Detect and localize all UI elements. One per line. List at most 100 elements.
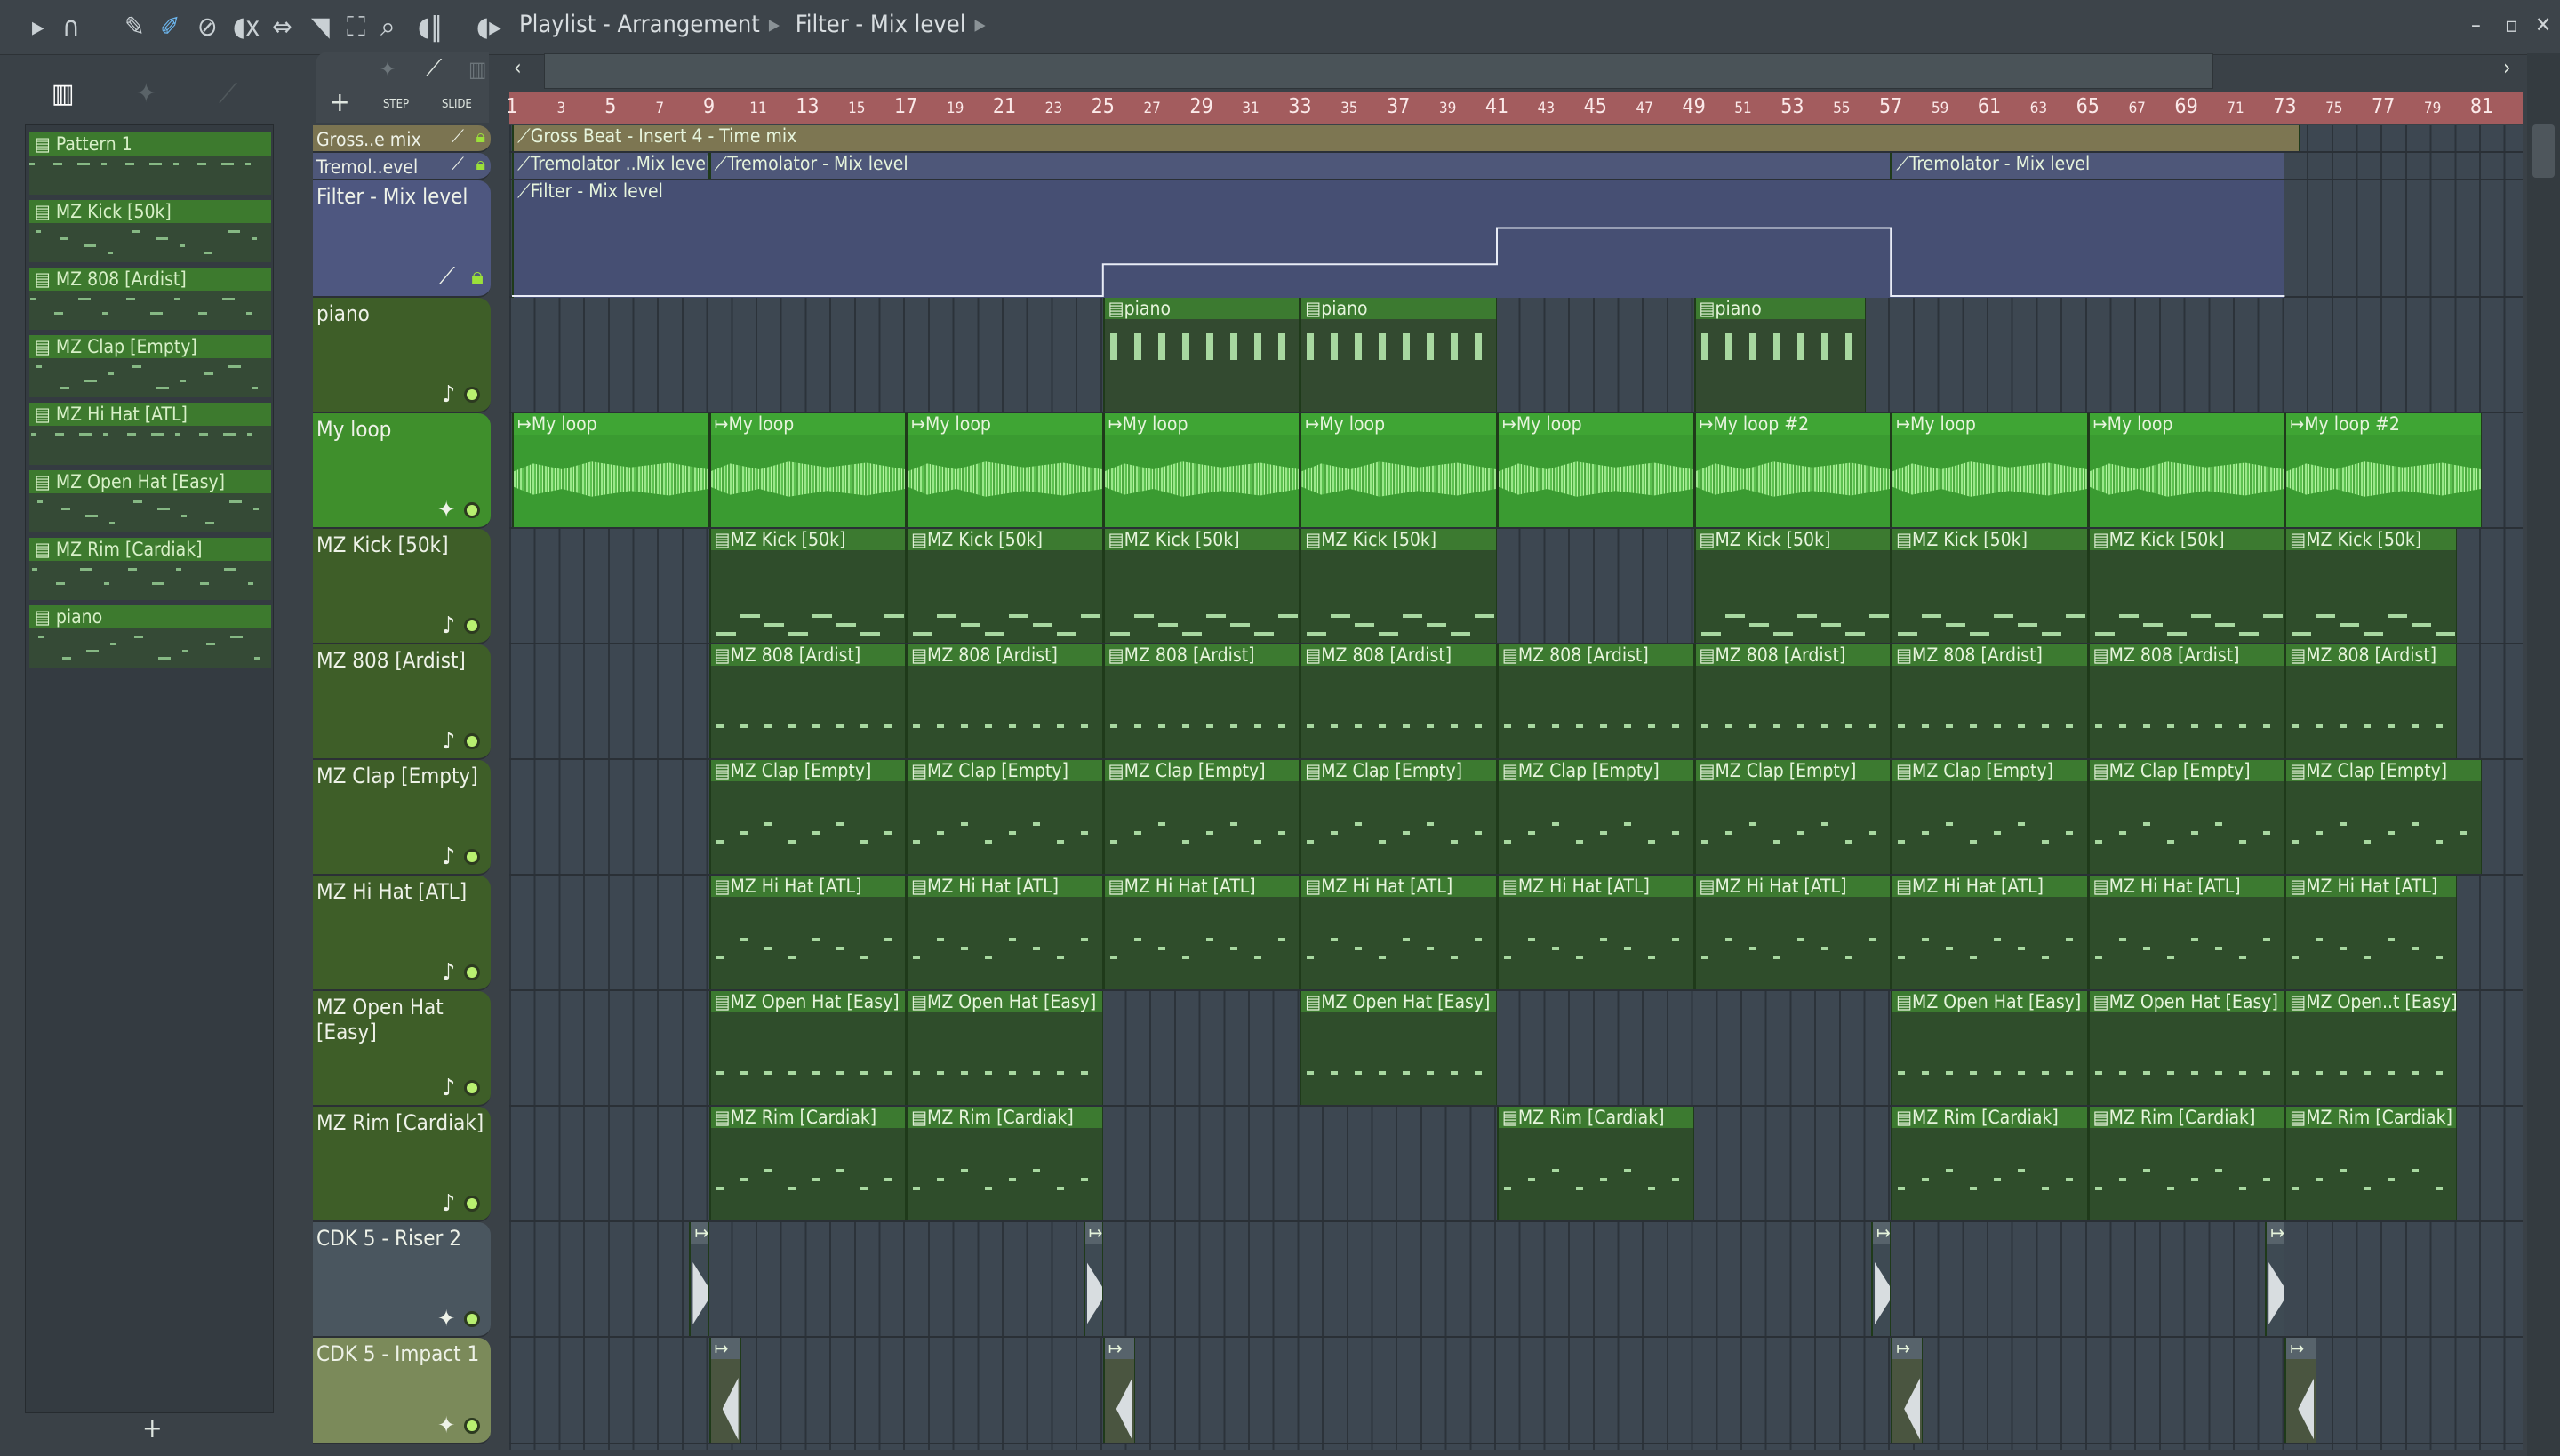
track-enable-led[interactable] <box>464 502 480 518</box>
clip[interactable]: ▤piano <box>1693 298 1867 412</box>
clip[interactable]: ↦ <box>689 1222 709 1336</box>
clip[interactable]: ▤MZ Hi Hat [ATL] <box>1497 876 1694 989</box>
scroll-right-button[interactable]: › <box>2503 55 2511 80</box>
clip[interactable]: ▤MZ Clap [Empty] <box>2087 760 2285 874</box>
track-enable-led[interactable] <box>464 618 480 634</box>
clip[interactable]: ▤MZ Hi Hat [ATL] <box>1693 876 1892 989</box>
clip[interactable]: ↦My loop <box>2087 413 2285 527</box>
track-header[interactable]: Gross..e mix ⟋ 🔒︎ <box>313 125 491 153</box>
piano-icon[interactable]: ▥ <box>52 78 75 109</box>
clip[interactable]: ▤MZ Rim [Cardiak] <box>2087 1107 2285 1220</box>
clip[interactable]: ▤MZ Hi Hat [ATL] <box>1300 876 1497 989</box>
pattern-item[interactable]: ▤ MZ Kick [50k] <box>29 200 271 262</box>
maximize-button[interactable]: ▫ <box>2505 12 2518 37</box>
clip[interactable]: ▤MZ Clap [Empty] <box>1693 760 1892 874</box>
clip[interactable]: ▤MZ 808 [Ardist] <box>1102 644 1300 758</box>
track-header[interactable]: piano ♪ <box>313 298 491 413</box>
minimize-button[interactable]: – <box>2471 12 2481 37</box>
clip[interactable]: ⟋Tremolator ..Mix level <box>512 153 709 179</box>
clip[interactable]: ▤MZ Kick [50k] <box>1102 529 1300 643</box>
scroll-left-button[interactable]: ‹ <box>514 55 522 80</box>
clip[interactable]: ▤MZ Open Hat [Easy] <box>1891 991 2088 1105</box>
lock-icon[interactable]: 🔒︎ <box>476 153 485 174</box>
breadcrumb-target[interactable]: Filter - Mix level <box>796 11 966 38</box>
clip[interactable]: ↦ <box>1083 1222 1103 1336</box>
clip[interactable]: ▤MZ 808 [Ardist] <box>2284 644 2458 758</box>
clip[interactable]: ↦My loop <box>708 413 907 527</box>
close-button[interactable]: ✕ <box>2535 12 2551 37</box>
clip[interactable]: ↦My loop #2 <box>1693 413 1892 527</box>
slide-toggle[interactable]: SLIDE <box>442 98 472 111</box>
track-header[interactable]: MZ Open Hat [Easy] ♪ <box>313 991 491 1107</box>
lock-icon[interactable]: 🔒︎ <box>471 263 484 291</box>
pattern-item[interactable]: ▤ piano <box>29 605 271 668</box>
add-track-button[interactable]: + <box>330 87 350 118</box>
pencil-icon[interactable]: ✎ <box>124 12 145 43</box>
clip[interactable]: ↦My loop <box>1497 413 1694 527</box>
playback-icon[interactable]: ◖‖ <box>418 12 443 43</box>
clip[interactable]: ▤MZ Kick [50k] <box>1891 529 2088 643</box>
clip[interactable]: ↦My loop <box>906 413 1103 527</box>
breadcrumb-playlist[interactable]: Playlist - Arrangement <box>519 11 760 38</box>
clip[interactable]: ▤MZ Kick [50k] <box>1693 529 1892 643</box>
clip[interactable]: ↦My loop #2 <box>2284 413 2482 527</box>
clip[interactable]: ▤MZ Open Hat [Easy] <box>2087 991 2285 1105</box>
track-header[interactable]: MZ 808 [Ardist] ♪ <box>313 644 491 760</box>
track-enable-led[interactable] <box>464 1311 480 1327</box>
pattern-item[interactable]: ▤ MZ Rim [Cardiak] <box>29 538 271 600</box>
clip[interactable]: ⟋Tremolator - Mix level <box>708 153 1892 179</box>
clip[interactable]: ▤MZ Clap [Empty] <box>2284 760 2482 874</box>
clip[interactable]: ↦ <box>1102 1338 1135 1443</box>
clip[interactable]: ▤MZ Rim [Cardiak] <box>1497 1107 1694 1220</box>
mute-icon[interactable]: ◖x <box>233 12 260 43</box>
clip[interactable]: ▤piano <box>1300 298 1497 412</box>
track-enable-led[interactable] <box>464 1418 480 1434</box>
track-header[interactable]: MZ Kick [50k] ♪ <box>313 529 491 644</box>
clip[interactable]: ▤MZ Rim [Cardiak] <box>1891 1107 2088 1220</box>
pattern-item[interactable]: ▤ MZ Clap [Empty] <box>29 335 271 397</box>
vertical-scrollbar[interactable] <box>2527 53 2560 1456</box>
track-header[interactable]: MZ Clap [Empty] ♪ <box>313 760 491 876</box>
paint-icon[interactable]: ✐ <box>160 12 180 43</box>
clip[interactable]: ▤MZ Kick [50k] <box>2087 529 2285 643</box>
clip[interactable]: ▤MZ 808 [Ardist] <box>1693 644 1892 758</box>
clip[interactable]: ▤MZ Hi Hat [ATL] <box>2284 876 2458 989</box>
automation-icon[interactable]: ⟋ <box>219 78 237 109</box>
clip[interactable]: ▤MZ Hi Hat [ATL] <box>2087 876 2285 989</box>
clip[interactable]: ▤MZ Rim [Cardiak] <box>708 1107 907 1220</box>
track-enable-led[interactable] <box>464 1080 480 1096</box>
track-header[interactable]: CDK 5 - Riser 2 ✦ <box>313 1222 491 1338</box>
clip[interactable]: ▤MZ Hi Hat [ATL] <box>708 876 907 989</box>
clip[interactable]: ↦ <box>2265 1222 2285 1336</box>
clip[interactable]: ▤MZ 808 [Ardist] <box>708 644 907 758</box>
zoom-icon[interactable]: ⌕ <box>380 12 396 43</box>
clip[interactable]: ↦My loop <box>1891 413 2088 527</box>
clip[interactable]: ▤MZ Clap [Empty] <box>1102 760 1300 874</box>
track-header[interactable]: My loop ✦ <box>313 413 491 529</box>
clip[interactable]: ▤MZ Open Hat [Easy] <box>1300 991 1497 1105</box>
pattern-item[interactable]: ▤ Pattern 1 <box>29 132 271 195</box>
clip[interactable]: ▤MZ Open Hat [Easy] <box>708 991 907 1105</box>
clip[interactable]: ↦ <box>708 1338 741 1443</box>
clip[interactable]: ⟋Gross Beat - Insert 4 - Time mix <box>512 125 2300 151</box>
clip[interactable]: ▤MZ Kick [50k] <box>2284 529 2458 643</box>
clip[interactable]: ▤MZ Rim [Cardiak] <box>906 1107 1103 1220</box>
clip[interactable]: ▤MZ Rim [Cardiak] <box>2284 1107 2458 1220</box>
track-header[interactable]: MZ Rim [Cardiak] ♪ <box>313 1107 491 1222</box>
clip[interactable]: ▤MZ Hi Hat [ATL] <box>1891 876 2088 989</box>
pattern-item[interactable]: ▤ MZ Open Hat [Easy] <box>29 470 271 532</box>
clip[interactable]: ⟋Tremolator - Mix level <box>1891 153 2285 179</box>
clip[interactable]: ▤MZ 808 [Ardist] <box>906 644 1103 758</box>
overview-scroller[interactable] <box>544 53 2213 89</box>
delete-icon[interactable]: ⊘ <box>197 12 218 43</box>
clip[interactable]: ▤MZ Clap [Empty] <box>1497 760 1694 874</box>
magnet-icon[interactable]: ∩ <box>62 12 80 43</box>
speaker-icon[interactable]: ◖▸ <box>476 12 501 43</box>
track-enable-led[interactable] <box>464 849 480 865</box>
track-header[interactable]: Filter - Mix level ⟋ 🔒︎ <box>313 180 491 298</box>
clip[interactable]: ↦My loop <box>512 413 709 527</box>
clip[interactable]: ↦ <box>1871 1222 1892 1336</box>
clip[interactable]: ▤MZ Kick [50k] <box>708 529 907 643</box>
slip-icon[interactable]: ⇔ <box>272 12 292 43</box>
track-enable-led[interactable] <box>464 733 480 749</box>
